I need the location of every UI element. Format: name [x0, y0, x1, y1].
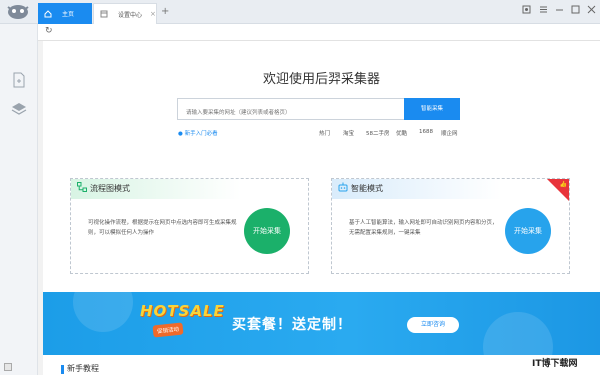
tab-settings[interactable]: 设置中心 ×	[93, 3, 157, 24]
thumbs-up-icon: 👍	[559, 181, 567, 188]
watermark: IT博下载网	[532, 359, 578, 369]
banner-headline: 买套餐！送定制！	[232, 317, 352, 333]
bulb-icon: ●	[178, 131, 183, 137]
tab-settings-label: 设置中心	[118, 11, 143, 19]
smart-mode-card[interactable]: 智能模式 基于人工智能算法，输入网址即可自动识别网页内容和分页，无需配置采集规则…	[331, 178, 570, 274]
banner-bubble	[483, 312, 553, 355]
home-page: 欢迎使用后羿采集器 智能采集 ● 新手入门必看 热门 淘宝 58二手房 优酷 1…	[43, 41, 600, 375]
left-sidebar	[0, 24, 38, 375]
newbie-guide-link[interactable]: ● 新手入门必看	[178, 129, 218, 137]
flowchart-mode-desc: 可视化操作流程，根据提示在网页中点选内容即可生成采集规则，可以模拟任何人为操作	[88, 220, 237, 236]
app-logo-icon	[7, 5, 29, 19]
smart-mode-desc: 基于人工智能算法，输入网址即可自动识别网页内容和分页，无需配置采集规则，一键采集	[349, 220, 498, 236]
flowchart-icon	[77, 182, 87, 192]
quick-link-youku[interactable]: 优酷	[396, 129, 407, 137]
minimize-icon[interactable]	[555, 5, 564, 14]
tab-home[interactable]: 主页	[38, 3, 92, 24]
hotsale-logo: HOTSALE	[140, 302, 225, 320]
new-task-icon[interactable]	[11, 72, 27, 88]
flowchart-mode-title: 流程图模式	[90, 184, 130, 193]
flowchart-mode-header: 流程图模式	[71, 179, 241, 199]
promo-tag: 促销活动	[152, 322, 184, 338]
maximize-icon[interactable]	[571, 5, 580, 14]
tutorial-section-title: 新手教程	[67, 364, 99, 373]
refresh-icon[interactable]: ↻	[45, 26, 53, 36]
add-tab-button[interactable]: +	[161, 6, 169, 18]
quick-link-hot[interactable]: 热门	[319, 129, 330, 137]
quick-link-shunqi[interactable]: 顺企网	[441, 129, 458, 137]
menu-icon[interactable]	[539, 5, 548, 14]
promo-banner[interactable]: HOTSALE 促销活动 买套餐！送定制！ 立即咨询	[43, 292, 600, 355]
page-title: 欢迎使用后羿采集器	[262, 72, 380, 87]
tab-close-icon[interactable]: ×	[150, 10, 156, 18]
smart-collect-button[interactable]: 智能采集	[404, 98, 460, 120]
banner-bubble	[73, 292, 133, 332]
quick-link-taobao[interactable]: 淘宝	[343, 129, 354, 137]
title-bar: 主页 设置中心 × +	[0, 0, 600, 24]
quick-link-58[interactable]: 58二手房	[366, 129, 390, 137]
address-bar: ↻	[38, 24, 600, 41]
flowchart-mode-card[interactable]: 流程图模式 可视化操作流程，根据提示在网页中点选内容即可生成采集规则，可以模拟任…	[70, 178, 309, 274]
task-layers-icon[interactable]	[11, 101, 27, 117]
status-box-icon[interactable]	[4, 363, 12, 371]
tab-home-label: 主页	[62, 11, 75, 18]
section-marker	[61, 365, 64, 374]
consult-button[interactable]: 立即咨询	[407, 317, 459, 333]
flowchart-start-button[interactable]: 开始采集	[244, 208, 290, 254]
smart-start-button[interactable]: 开始采集	[505, 208, 551, 254]
quick-link-1688[interactable]: 1688	[419, 129, 433, 135]
smart-mode-header: 智能模式	[332, 179, 502, 199]
home-icon	[44, 9, 52, 17]
skin-icon[interactable]	[522, 5, 531, 14]
smart-robot-icon	[338, 182, 348, 192]
page-icon	[100, 10, 108, 18]
smart-mode-title: 智能模式	[351, 184, 383, 193]
newbie-guide-label: 新手入门必看	[184, 131, 218, 137]
close-icon[interactable]	[587, 5, 596, 14]
